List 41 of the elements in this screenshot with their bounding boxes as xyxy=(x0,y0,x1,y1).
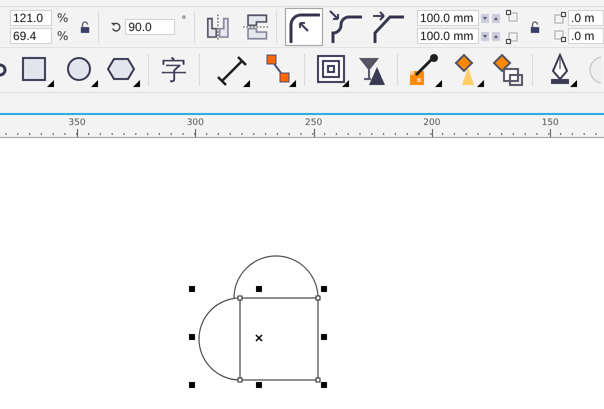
text-tool[interactable]: 字 xyxy=(157,52,191,88)
ruler-label: 250 xyxy=(304,118,324,128)
round-corner-button[interactable] xyxy=(284,8,323,46)
selection-handle[interactable] xyxy=(189,382,195,388)
scale-field[interactable]: 121.0 xyxy=(10,10,52,26)
rotation-field[interactable]: 90.0 xyxy=(125,19,176,35)
offset-field[interactable]: .0 m xyxy=(568,28,604,44)
lock-icon[interactable] xyxy=(80,20,90,34)
mesh-fill-icon[interactable] xyxy=(490,53,524,87)
rotate-icon xyxy=(111,21,122,33)
selection-handle[interactable] xyxy=(189,334,195,340)
percent-label: % xyxy=(57,29,68,43)
spinner-up-icon[interactable] xyxy=(492,14,500,22)
ruler-label: 300 xyxy=(186,118,205,128)
corner-icon xyxy=(506,32,518,44)
percent-label: % xyxy=(57,11,68,25)
selection-handle[interactable] xyxy=(321,382,327,388)
selection-handle[interactable] xyxy=(189,286,195,292)
lock-icon[interactable] xyxy=(530,20,540,34)
corner-size-field[interactable]: 100.0 mm xyxy=(416,10,479,26)
corner-size-field[interactable]: 100.0 mm xyxy=(416,28,479,44)
offset-field[interactable]: .0 m xyxy=(568,10,604,26)
selection-handle[interactable] xyxy=(321,286,327,292)
ruler-label: 200 xyxy=(422,118,442,128)
color-eyedropper-icon[interactable] xyxy=(408,53,442,87)
center-mark-icon xyxy=(255,334,263,342)
selection-handle[interactable] xyxy=(256,382,262,388)
selection-handle[interactable] xyxy=(256,286,262,292)
ruler-label: 150 xyxy=(540,118,560,128)
dimension-tool-icon[interactable] xyxy=(216,53,250,87)
ruler-label: 350 xyxy=(67,118,87,128)
scale-field[interactable]: 69.4 xyxy=(10,28,52,44)
spinner-down-icon[interactable] xyxy=(480,14,489,22)
corner-icon xyxy=(506,10,518,22)
spinner-up-icon[interactable] xyxy=(492,32,500,40)
corner-icon xyxy=(554,30,566,42)
selection-handle[interactable] xyxy=(321,334,327,340)
spinner-down-icon[interactable] xyxy=(480,32,489,40)
degree-label: ° xyxy=(181,15,186,26)
scalloped-corner-button[interactable] xyxy=(326,8,365,46)
corner-icon xyxy=(554,12,566,24)
